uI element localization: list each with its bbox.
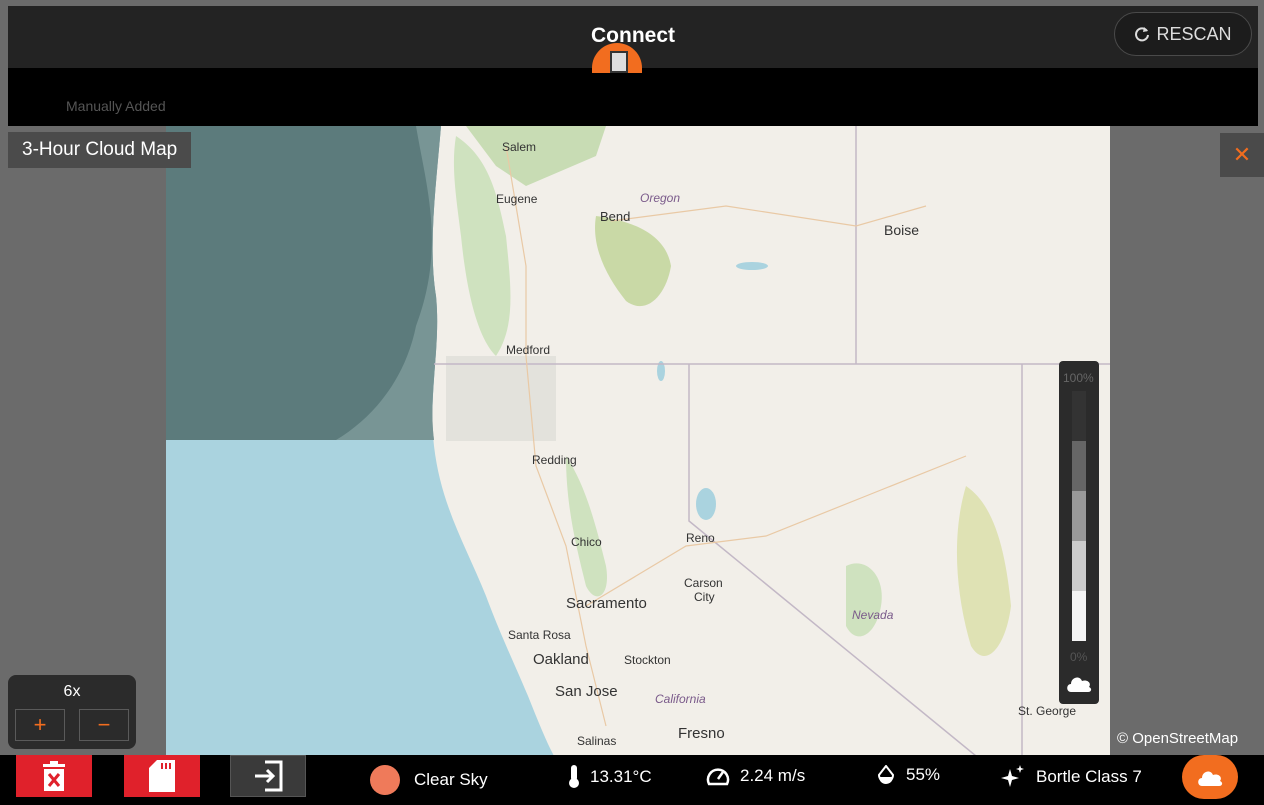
map-label-city: City	[694, 590, 715, 604]
wind-value: 2.24 m/s	[740, 766, 806, 785]
map-label-reno: Reno	[686, 531, 715, 545]
zoom-level: 6x	[63, 683, 81, 700]
map-label-nevada: Nevada	[852, 608, 894, 622]
cloud-cover-legend: 100% 0%	[1059, 361, 1099, 704]
sd-card-button[interactable]	[124, 755, 200, 797]
delete-icon	[43, 761, 65, 791]
legend-step	[1072, 491, 1086, 541]
close-icon: ✕	[1232, 142, 1252, 167]
map-label-chico: Chico	[571, 535, 602, 549]
map-label-california: California	[655, 692, 706, 706]
legend-max-label: 100%	[1063, 371, 1094, 385]
map-label-salinas: Salinas	[577, 734, 617, 748]
cloud-map-button[interactable]	[1182, 755, 1238, 799]
zoom-out-button[interactable]: −	[79, 709, 129, 741]
sky-condition-label: Clear Sky	[414, 770, 488, 789]
humidity-status: 55%	[876, 765, 940, 785]
legend-scale	[1072, 391, 1086, 641]
zoom-control: 6x + −	[8, 675, 136, 749]
delete-button[interactable]	[16, 755, 92, 797]
map-label-san-jose: San Jose	[555, 683, 618, 700]
manually-added-label: Manually Added	[66, 98, 166, 114]
legend-step	[1072, 391, 1086, 441]
legend-step	[1072, 441, 1086, 491]
map-label-redding: Redding	[532, 453, 577, 467]
map-label-carson: Carson	[684, 576, 723, 590]
map-label-fresno: Fresno	[678, 725, 725, 742]
refresh-icon	[1135, 27, 1150, 42]
exit-icon	[255, 760, 283, 792]
cloud-icon	[1198, 771, 1223, 786]
map-label-oakland: Oakland	[533, 651, 589, 668]
map-label-boise: Boise	[884, 222, 920, 238]
legend-min-label: 0%	[1070, 650, 1088, 664]
exit-button[interactable]	[230, 755, 306, 797]
device-list-bar: Manually Added	[8, 68, 1258, 126]
map-label-stockton: Stockton	[624, 653, 671, 667]
legend-step	[1072, 591, 1086, 641]
map-label-sacramento: Sacramento	[566, 595, 647, 612]
map-label-santa-rosa: Santa Rosa	[508, 628, 571, 642]
rescan-button[interactable]: RESCAN	[1114, 12, 1252, 56]
zoom-in-button[interactable]: +	[15, 709, 65, 741]
sky-condition-dot	[370, 765, 400, 795]
sd-card-icon	[149, 760, 175, 792]
sky-status: Clear Sky	[370, 765, 488, 795]
bortle-value: Bortle Class 7	[1036, 767, 1142, 786]
rescan-label: RESCAN	[1156, 23, 1232, 44]
droplet-icon	[877, 765, 895, 784]
wind-status: 2.24 m/s	[706, 765, 805, 787]
map-label-st-george: St. George	[1018, 704, 1077, 718]
humidity-value: 55%	[906, 765, 941, 784]
map-attribution[interactable]: © OpenStreetMap	[1110, 728, 1264, 754]
cloud-map[interactable]: Salem Eugene Oregon Bend Boise Medford R…	[166, 126, 1110, 756]
bortle-status: Bortle Class 7	[1000, 765, 1142, 789]
speedometer-icon	[706, 768, 730, 786]
temperature-status: 13.31°C	[568, 765, 652, 789]
map-label-medford: Medford	[506, 343, 551, 357]
map-label-salem: Salem	[502, 140, 537, 154]
bottom-status-bar: Clear Sky 13.31°C 2.24 m/s 55% Bortle Cl…	[0, 755, 1264, 805]
legend-step	[1072, 541, 1086, 591]
temperature-value: 13.31°C	[590, 767, 652, 786]
cloud-map-title: 3-Hour Cloud Map	[8, 132, 192, 168]
map-label-eugene: Eugene	[496, 192, 538, 206]
close-button[interactable]: ✕	[1220, 133, 1264, 177]
map-label-bend: Bend	[600, 209, 631, 224]
cloud-icon	[1067, 677, 1092, 692]
page-title: Connect	[591, 24, 675, 47]
sparkle-icon	[1001, 765, 1024, 787]
map-label-oregon: Oregon	[640, 191, 681, 205]
thermometer-icon	[569, 765, 579, 788]
